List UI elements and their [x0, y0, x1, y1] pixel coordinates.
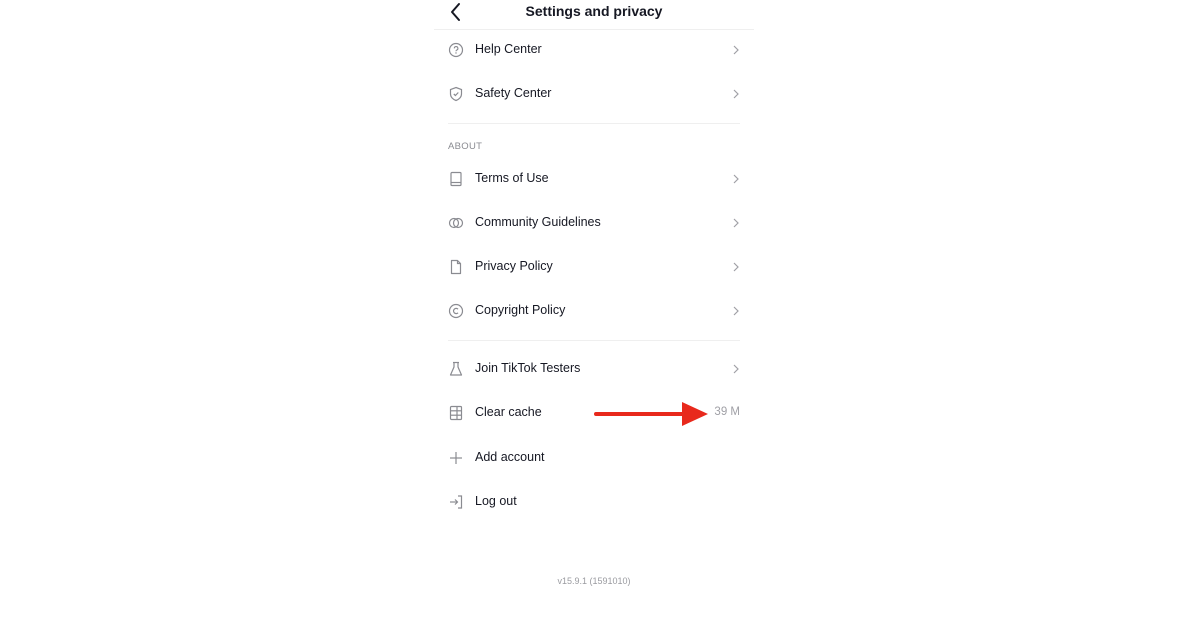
menu-item-community-guidelines[interactable]: Community Guidelines	[448, 208, 740, 238]
section-label-about: ABOUT	[448, 141, 483, 152]
divider	[448, 340, 740, 341]
menu-item-label: Community Guidelines	[475, 215, 601, 229]
menu-item-terms-of-use[interactable]: Terms of Use	[448, 164, 740, 194]
menu-item-join-testers[interactable]: Join TikTok Testers	[448, 354, 740, 384]
document-icon	[450, 259, 462, 275]
menu-item-label: Copyright Policy	[475, 303, 566, 317]
logout-icon	[450, 495, 463, 509]
menu-item-copyright-policy[interactable]: Copyright Policy	[448, 296, 740, 326]
chevron-right-icon	[733, 364, 739, 374]
menu-item-help-center[interactable]: Help Center	[448, 35, 740, 65]
menu-item-label: Join TikTok Testers	[475, 361, 581, 375]
annotation-arrow-icon	[594, 402, 708, 426]
menu-item-label: Privacy Policy	[475, 259, 553, 273]
cache-size-value: 39 M	[714, 406, 740, 418]
chevron-right-icon	[733, 45, 739, 55]
menu-item-add-account[interactable]: Add account	[448, 443, 740, 473]
menu-item-privacy-policy[interactable]: Privacy Policy	[448, 252, 740, 282]
header: Settings and privacy	[434, 0, 754, 30]
plus-icon	[450, 452, 462, 464]
copyright-icon	[448, 303, 464, 319]
shield-check-icon	[449, 86, 463, 102]
divider	[448, 123, 740, 124]
chevron-right-icon	[733, 218, 739, 228]
app-version: v15.9.1 (1591010)	[557, 576, 631, 586]
menu-item-label: Log out	[475, 494, 517, 508]
chevron-right-icon	[733, 89, 739, 99]
settings-screen: Settings and privacy Help Center Safety …	[434, 0, 754, 628]
flask-icon	[449, 361, 463, 376]
menu-item-label: Clear cache	[475, 405, 542, 419]
menu-item-log-out[interactable]: Log out	[448, 487, 740, 517]
menu-item-safety-center[interactable]: Safety Center	[448, 79, 740, 109]
question-circle-icon	[448, 42, 464, 58]
page-title: Settings and privacy	[525, 3, 663, 19]
guidelines-icon	[448, 217, 464, 229]
book-icon	[450, 171, 462, 187]
chevron-right-icon	[733, 174, 739, 184]
storage-icon	[449, 405, 463, 421]
chevron-right-icon	[733, 262, 739, 272]
menu-item-label: Add account	[475, 450, 545, 464]
chevron-right-icon	[733, 306, 739, 316]
menu-item-label: Help Center	[475, 42, 542, 56]
menu-item-label: Terms of Use	[475, 171, 549, 185]
menu-item-label: Safety Center	[475, 86, 552, 100]
